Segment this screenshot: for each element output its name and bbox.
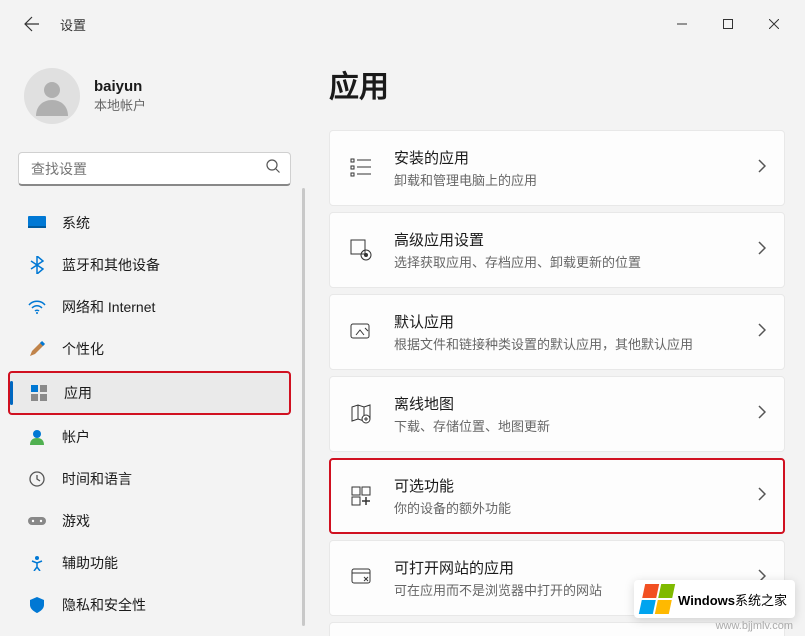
sidebar-item-accounts[interactable]: 帐户 xyxy=(8,417,291,457)
sidebar-item-accessibility[interactable]: 辅助功能 xyxy=(8,543,291,583)
content: 应用 安装的应用 卸载和管理电脑上的应用 高级应用设置 选择获取应用、存档应用、… xyxy=(305,48,805,636)
back-button[interactable] xyxy=(20,12,44,36)
chevron-right-icon xyxy=(758,159,766,178)
card-text: 可选功能 你的设备的额外功能 xyxy=(394,475,738,517)
nav-label: 蓝牙和其他设备 xyxy=(62,255,160,275)
nav-label: 帐户 xyxy=(62,427,90,447)
windows-logo-icon xyxy=(639,584,675,614)
sidebar-item-personalization[interactable]: 个性化 xyxy=(8,329,291,369)
chevron-right-icon xyxy=(758,323,766,342)
maximize-icon xyxy=(723,19,733,29)
wifi-icon xyxy=(28,298,46,316)
arrow-left-icon xyxy=(24,16,40,32)
branding-overlay: Windows系统之家 xyxy=(634,580,795,618)
page-title: 应用 xyxy=(329,62,785,106)
nav-label: 隐私和安全性 xyxy=(62,595,146,615)
chevron-right-icon xyxy=(758,405,766,424)
shield-icon xyxy=(28,596,46,614)
card-title: 默认应用 xyxy=(394,311,738,332)
add-square-icon xyxy=(348,483,374,509)
minimize-button[interactable] xyxy=(659,8,705,40)
search-input[interactable] xyxy=(19,161,256,177)
titlebar-left: 设置 xyxy=(8,12,86,36)
chevron-right-icon xyxy=(758,487,766,506)
card-advanced-app-settings[interactable]: 高级应用设置 选择获取应用、存档应用、卸载更新的位置 xyxy=(329,212,785,288)
card-text: 离线地图 下载、存储位置、地图更新 xyxy=(394,393,738,435)
card-sub: 选择获取应用、存档应用、卸载更新的位置 xyxy=(394,252,738,271)
card-sub: 卸载和管理电脑上的应用 xyxy=(394,170,738,189)
watermark-url: www.bjjmlv.com xyxy=(716,620,793,632)
card-title: 离线地图 xyxy=(394,393,738,414)
sidebar-item-network[interactable]: 网络和 Internet xyxy=(8,287,291,327)
sidebar-item-bluetooth[interactable]: 蓝牙和其他设备 xyxy=(8,245,291,285)
card-sub: 你的设备的额外功能 xyxy=(394,498,738,517)
card-optional-features[interactable]: 可选功能 你的设备的额外功能 xyxy=(329,458,785,534)
sidebar-item-time-language[interactable]: 时间和语言 xyxy=(8,459,291,499)
user-section[interactable]: baiyun 本地帐户 xyxy=(4,58,305,144)
sidebar-item-apps[interactable]: 应用 xyxy=(8,371,291,415)
nav-label: 时间和语言 xyxy=(62,469,132,489)
app-gear-icon xyxy=(348,237,374,263)
card-title: 安装的应用 xyxy=(394,147,738,168)
search-box[interactable] xyxy=(18,152,291,186)
nav-label: 系统 xyxy=(62,213,90,233)
nav-list: 系统 蓝牙和其他设备 网络和 Internet 个性化 应用 帐户 xyxy=(4,202,305,636)
card-sub: 根据文件和链接种类设置的默认应用，其他默认应用 xyxy=(394,334,738,353)
clock-icon xyxy=(28,470,46,488)
card-title: 可选功能 xyxy=(394,475,738,496)
user-info: baiyun 本地帐户 xyxy=(94,78,146,114)
card-default-apps[interactable]: 默认应用 根据文件和链接种类设置的默认应用，其他默认应用 xyxy=(329,294,785,370)
nav-label: 辅助功能 xyxy=(62,553,118,573)
map-icon xyxy=(348,401,374,427)
sidebar-item-privacy[interactable]: 隐私和安全性 xyxy=(8,585,291,625)
website-icon xyxy=(348,565,374,591)
search-icon[interactable] xyxy=(256,159,290,178)
list-icon xyxy=(348,155,374,181)
chevron-right-icon xyxy=(758,241,766,260)
nav-label: 网络和 Internet xyxy=(62,297,155,317)
default-icon xyxy=(348,319,374,345)
card-installed-apps[interactable]: 安装的应用 卸载和管理电脑上的应用 xyxy=(329,130,785,206)
card-offline-maps[interactable]: 离线地图 下载、存储位置、地图更新 xyxy=(329,376,785,452)
sidebar-item-windows-update[interactable]: Windows 更新 xyxy=(8,627,291,636)
gamepad-icon xyxy=(28,512,46,530)
card-title: 可打开网站的应用 xyxy=(394,557,738,578)
card-title: 高级应用设置 xyxy=(394,229,738,250)
card-text: 默认应用 根据文件和链接种类设置的默认应用，其他默认应用 xyxy=(394,311,738,353)
avatar xyxy=(24,68,80,124)
card-text: 高级应用设置 选择获取应用、存档应用、卸载更新的位置 xyxy=(394,229,738,271)
person-icon xyxy=(28,428,46,446)
window-title: 设置 xyxy=(60,15,86,34)
minimize-icon xyxy=(677,19,687,29)
card-sub: 下载、存储位置、地图更新 xyxy=(394,416,738,435)
window-controls xyxy=(659,8,797,40)
display-icon xyxy=(28,214,46,232)
main-area: baiyun 本地帐户 系统 蓝牙和其他设备 网络和 Internet xyxy=(0,48,805,636)
nav-label: 应用 xyxy=(64,383,92,403)
branding-text: Windows系统之家 xyxy=(678,590,787,609)
person-icon xyxy=(32,76,72,116)
bluetooth-icon xyxy=(28,256,46,274)
maximize-button[interactable] xyxy=(705,8,751,40)
username: baiyun xyxy=(94,78,146,95)
sidebar-item-gaming[interactable]: 游戏 xyxy=(8,501,291,541)
nav-label: 个性化 xyxy=(62,339,104,359)
accessibility-icon xyxy=(28,554,46,572)
apps-icon xyxy=(30,384,48,402)
nav-label: 游戏 xyxy=(62,511,90,531)
close-icon xyxy=(769,19,779,29)
card-list: 安装的应用 卸载和管理电脑上的应用 高级应用设置 选择获取应用、存档应用、卸载更… xyxy=(329,130,785,636)
titlebar: 设置 xyxy=(0,0,805,48)
sidebar: baiyun 本地帐户 系统 蓝牙和其他设备 网络和 Internet xyxy=(0,48,305,636)
sidebar-item-system[interactable]: 系统 xyxy=(8,203,291,243)
brush-icon xyxy=(28,340,46,358)
close-button[interactable] xyxy=(751,8,797,40)
user-type: 本地帐户 xyxy=(94,95,146,114)
card-text: 安装的应用 卸载和管理电脑上的应用 xyxy=(394,147,738,189)
